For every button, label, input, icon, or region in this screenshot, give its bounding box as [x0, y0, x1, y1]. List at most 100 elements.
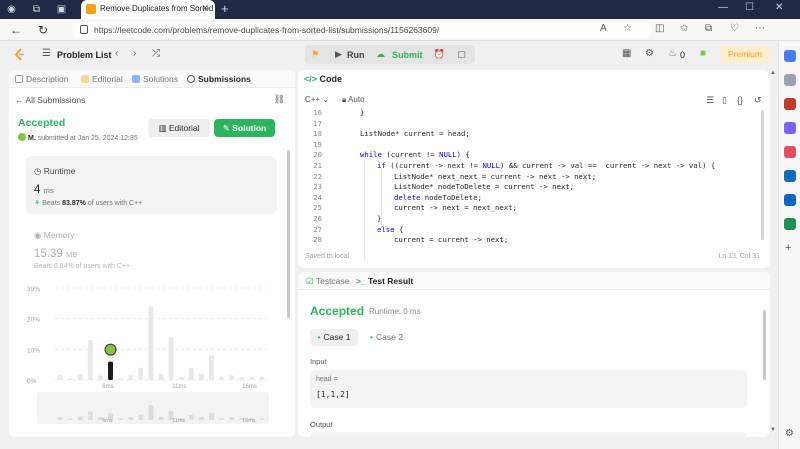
beats-icon: ⚘ [34, 200, 41, 207]
format-icon[interactable]: ☰ [706, 95, 714, 106]
streak-fire-icon[interactable]: ♨ [668, 48, 677, 59]
run-play-icon[interactable]: ▶ [335, 49, 342, 60]
more-icon[interactable]: ⋯ [755, 23, 765, 34]
tools-icon[interactable] [784, 122, 796, 134]
overview-bar [138, 414, 144, 420]
sidebar-settings-icon[interactable]: ⚙ [785, 428, 794, 439]
submit-button[interactable]: Submit [392, 50, 423, 60]
layout-icon[interactable]: ▦ [622, 48, 631, 59]
notes-icon[interactable]: ▢ [452, 45, 471, 64]
split-screen-icon[interactable]: ◫ [655, 23, 664, 34]
runtime-beats: ⚘ Beats 83.87% of users with C++ [34, 200, 143, 207]
overview-tick-label: 11ms [172, 418, 185, 424]
overview-bar [57, 417, 63, 420]
indent-guide [381, 170, 382, 228]
code-line: 24 delete nodeToDelete; [298, 193, 770, 204]
problem-list-link[interactable]: Problem List [57, 50, 112, 60]
page-scrollbar[interactable]: ▲ ▼ [770, 68, 778, 449]
code-area[interactable]: 16} 17 18 ListNode* current = head; 19 20 whil… [298, 108, 770, 260]
share-link-icon[interactable]: ⛓ [274, 94, 285, 105]
favorite-star-icon[interactable]: ☆ [623, 23, 632, 34]
close-window-icon[interactable]: ✕ [775, 2, 783, 13]
run-button[interactable]: Run [347, 50, 365, 60]
drop-icon[interactable] [784, 218, 796, 230]
premium-button[interactable]: Premium [720, 46, 770, 63]
editor-toolbar: C++ ⌄ 🔒︎ Auto ☰ ▯ {} ↺ [298, 92, 770, 108]
shopping-icon[interactable] [784, 98, 796, 110]
browser-tab-bar: ◉ ⧉ ▣ Remove Duplicates from Sorted ✕ + … [0, 0, 800, 19]
reset-icon[interactable]: ↺ [754, 95, 762, 106]
browser-menu-icon[interactable]: ◉ [5, 3, 18, 16]
language-select[interactable]: C++ ⌄ [305, 95, 329, 104]
close-tab-icon[interactable]: ✕ [201, 3, 209, 14]
bookmark-icon[interactable]: ▯ [722, 95, 727, 106]
tab-solutions[interactable]: Solutions [132, 74, 178, 84]
result-tab-bar: ☑ Testcase >_ Test Result [298, 272, 770, 290]
settings-gear-icon[interactable]: ⚙ [645, 48, 654, 59]
shuffle-icon[interactable]: ⤮ [152, 48, 160, 59]
problem-list-icon[interactable]: ☰ [42, 48, 51, 59]
case-1-tab[interactable]: • Case 1 [310, 329, 358, 346]
new-tab-icon[interactable]: + [221, 1, 229, 16]
submit-cloud-icon[interactable]: ☁ [376, 49, 385, 60]
scroll-up-icon[interactable]: ▲ [770, 70, 776, 76]
chart-bar [138, 367, 144, 380]
runtime-distribution-chart[interactable]: 30% 20% 10% 0% 6ms 11ms 16ms 6ms 11ms 16ms [27, 280, 277, 430]
tab-description[interactable]: Description [15, 74, 69, 84]
outlook-icon[interactable] [784, 194, 796, 206]
next-problem-icon[interactable]: › [133, 48, 136, 59]
line-number: 21 [313, 161, 322, 170]
browser-essentials-icon[interactable]: ♡ [730, 23, 739, 34]
read-aloud-icon[interactable]: A [600, 23, 607, 34]
browser-tab[interactable]: Remove Duplicates from Sorted ✕ [81, 0, 215, 19]
prev-problem-icon[interactable]: ‹ [115, 48, 118, 59]
avatar-icon[interactable]: ■ [700, 48, 706, 59]
tab-actions-icon[interactable]: ▣ [55, 3, 68, 16]
result-scrollbar[interactable] [763, 310, 766, 380]
tab-submissions[interactable]: Submissions [187, 74, 251, 84]
tab-editorial[interactable]: Editorial [81, 74, 123, 84]
tab-test-result[interactable]: >_ Test Result [356, 276, 413, 286]
chart-bar [259, 376, 265, 380]
code-line: 21 if ((current -> next != NULL) && curre… [298, 161, 770, 172]
workspaces-icon[interactable]: ⧉ [30, 3, 43, 16]
left-panel-scrollbar[interactable] [287, 150, 290, 318]
microsoft365-icon[interactable] [784, 170, 796, 182]
games-icon[interactable] [784, 146, 796, 158]
code-text: } [360, 108, 365, 117]
chart-bar [219, 376, 225, 380]
timer-icon[interactable]: ⏰ [430, 45, 449, 64]
overview-bar [259, 418, 265, 420]
auto-mode[interactable]: 🔒︎ Auto [342, 95, 365, 105]
case-2-tab[interactable]: • Case 2 [370, 329, 403, 346]
solution-button[interactable]: ✎ Solution [214, 119, 275, 137]
back-icon[interactable]: ← [10, 23, 22, 37]
url-field[interactable]: https://leetcode.com/problems/remove-dup… [72, 22, 652, 38]
line-number: 20 [313, 150, 322, 160]
braces-icon[interactable]: {} [737, 95, 743, 105]
memory-label[interactable]: ◉ Memory [34, 230, 74, 241]
editor-scrollbar[interactable] [761, 110, 764, 240]
chart-bar [108, 361, 114, 380]
tab-testcase[interactable]: ☑ Testcase [306, 276, 349, 287]
favorites-icon[interactable]: ✩ [680, 23, 688, 34]
editorial-button[interactable]: ▥ Editorial [148, 119, 210, 137]
all-submissions-link[interactable]: ← All Submissions [15, 95, 85, 105]
refresh-icon[interactable]: ↻ [38, 23, 48, 37]
code-line: 16} [298, 108, 770, 119]
x-tick-label: 6ms [102, 384, 113, 390]
collections-icon[interactable]: ⧉ [705, 23, 712, 34]
chart-bar [188, 367, 194, 380]
add-sidebar-icon[interactable]: + [785, 242, 791, 254]
leetcode-logo-icon[interactable] [14, 48, 26, 61]
code-editor-panel: </> Code C++ ⌄ 🔒︎ Auto ☰ ▯ {} ↺ 16} 17 18 L… [298, 70, 770, 268]
line-number: 28 [313, 235, 322, 245]
copilot-icon[interactable] [784, 50, 796, 62]
runtime-card[interactable]: ◷ Runtime 4 ms ⚘ Beats 83.87% of users w… [26, 156, 277, 214]
minimize-icon[interactable]: — [718, 2, 728, 13]
debug-icon[interactable]: ⚑ [311, 49, 319, 60]
line-number: 23 [313, 182, 322, 192]
search-sidebar-icon[interactable] [784, 74, 796, 86]
scroll-down-icon[interactable]: ▼ [770, 427, 776, 433]
maximize-icon[interactable]: ☐ [745, 2, 754, 13]
